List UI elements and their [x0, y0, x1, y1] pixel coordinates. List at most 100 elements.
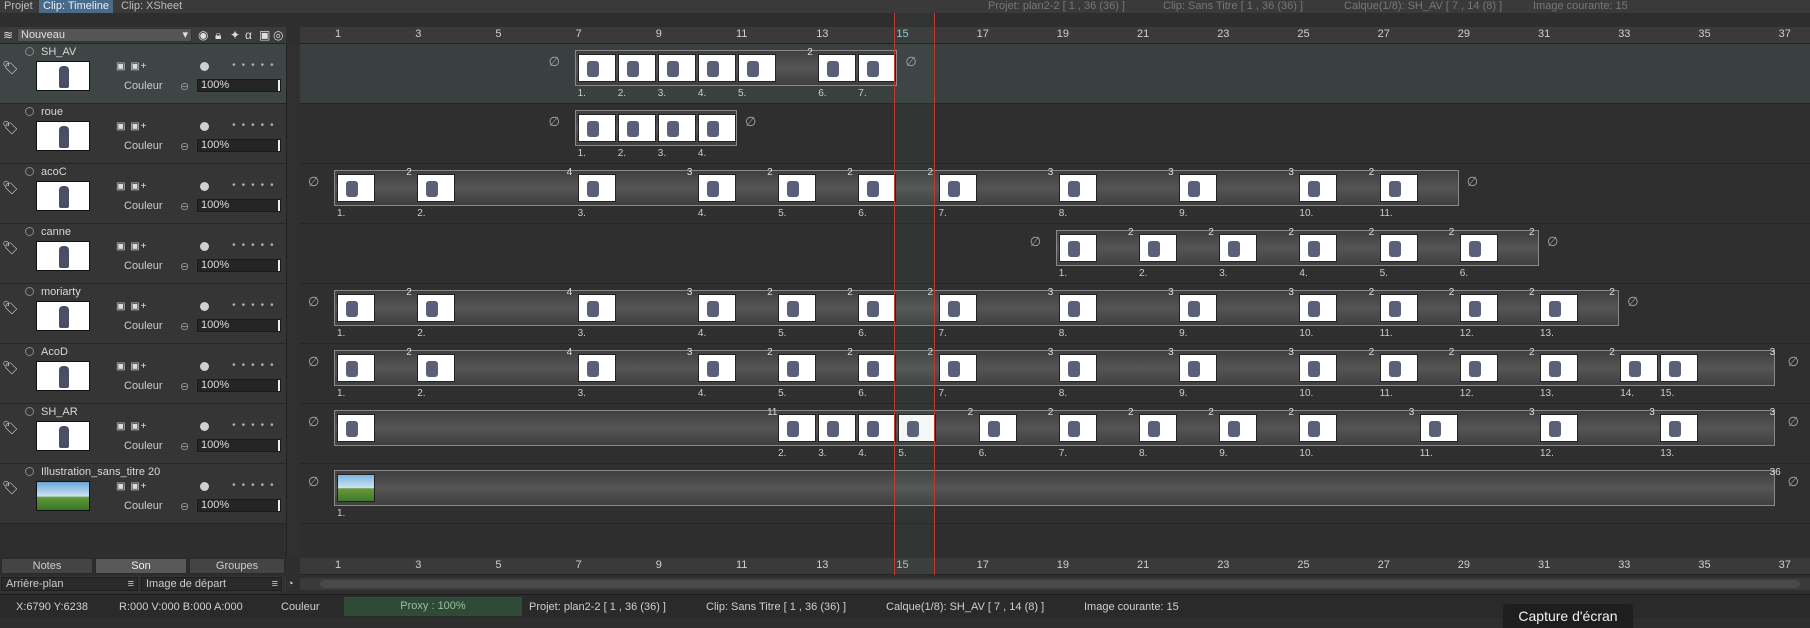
clip-frame[interactable]: [417, 294, 456, 322]
empty-frame-icon[interactable]: ∅: [308, 414, 319, 430]
clip-frame[interactable]: [1299, 174, 1338, 202]
proxy-indicator[interactable]: Proxy : 100%: [344, 597, 522, 616]
layer-name[interactable]: AcoD: [41, 346, 68, 358]
tag-icon[interactable]: 🏷︎: [2, 60, 19, 76]
alpha-icon[interactable]: α: [245, 28, 252, 42]
layer-option-dots[interactable]: •••••: [197, 300, 280, 311]
empty-frame-icon[interactable]: ∅: [1788, 414, 1799, 430]
clip-frame[interactable]: [1299, 354, 1338, 382]
layer-row[interactable]: SH_AV 🏷︎ ▣ ▣+ ••••• Couleur ⊖ 100%: [0, 44, 286, 104]
lock-icon[interactable]: 🔒︎: [215, 28, 221, 42]
tab-projet[interactable]: Projet: [4, 0, 33, 13]
layer-expand-toggle[interactable]: [25, 347, 34, 356]
empty-frame-icon[interactable]: ∅: [308, 174, 319, 190]
tab-notes[interactable]: Notes: [1, 558, 93, 574]
layer-name[interactable]: SH_AR: [41, 406, 78, 418]
layer-expand-toggle[interactable]: [25, 107, 34, 116]
layer-row[interactable]: roue 🏷︎ ▣ ▣+ ••••• Couleur ⊖ 100%: [0, 104, 286, 164]
timeline-clip[interactable]: [334, 470, 1775, 506]
layer-thumbnail[interactable]: [36, 301, 90, 331]
tag-icon[interactable]: 🏷︎: [2, 300, 19, 316]
clip-frame[interactable]: [617, 114, 656, 142]
layer-row[interactable]: canne 🏷︎ ▣ ▣+ ••••• Couleur ⊖ 100%: [0, 224, 286, 284]
clip-frame[interactable]: [1058, 294, 1097, 322]
frame-ruler-top[interactable]: 1 3 5 7 9 11 13 15 17 19 21 23 25 27 29 31 33 35 37: [300, 27, 1810, 44]
track-row[interactable]: [300, 104, 1810, 164]
clip-frame[interactable]: [818, 414, 857, 442]
layer-name[interactable]: acoC: [41, 166, 67, 178]
tab-son[interactable]: Son: [95, 558, 187, 574]
layer-option-dots[interactable]: •••••: [197, 180, 280, 191]
clip-frame[interactable]: [1058, 234, 1097, 262]
clip-frame[interactable]: [657, 114, 696, 142]
layer-thumbnail[interactable]: [36, 121, 90, 151]
tag-icon[interactable]: 🏷︎: [2, 360, 19, 376]
onion-icon[interactable]: ◎: [273, 28, 283, 42]
empty-frame-icon[interactable]: ∅: [549, 54, 560, 70]
clip-frame[interactable]: [697, 174, 736, 202]
layer-row[interactable]: acoC 🏷︎ ▣ ▣+ ••••• Couleur ⊖ 100%: [0, 164, 286, 224]
clip-frame[interactable]: [1459, 354, 1498, 382]
clip-frame[interactable]: [1540, 354, 1578, 382]
clip-frame[interactable]: [577, 354, 616, 382]
clip-frame[interactable]: [657, 54, 696, 82]
layer-opacity[interactable]: 100%: [197, 259, 281, 272]
layer-option-dots[interactable]: •••••: [197, 120, 280, 131]
new-layer-select[interactable]: Nouveau ▾: [17, 28, 192, 42]
clip-frame[interactable]: [337, 474, 375, 502]
empty-frame-icon[interactable]: ∅: [1788, 354, 1799, 370]
clip-frame[interactable]: [1660, 354, 1699, 382]
layer-expand-toggle[interactable]: [25, 467, 34, 476]
clip-frame[interactable]: [858, 54, 897, 82]
clip-frame[interactable]: [1058, 174, 1097, 202]
layer-controls-icon[interactable]: ▣ ▣+: [116, 481, 148, 492]
clip-frame[interactable]: [738, 54, 776, 82]
track-row[interactable]: [300, 44, 1810, 104]
empty-frame-icon[interactable]: ∅: [308, 354, 319, 370]
layer-name[interactable]: SH_AV: [41, 46, 76, 58]
tag-icon[interactable]: 🏷︎: [2, 120, 19, 136]
clip-frame[interactable]: [1299, 414, 1338, 442]
layer-option-dots[interactable]: •••••: [197, 240, 280, 251]
clip-frame[interactable]: [778, 294, 817, 322]
layer-controls-icon[interactable]: ▣ ▣+: [116, 421, 148, 432]
layer-expand-toggle[interactable]: [25, 407, 34, 416]
layer-row[interactable]: Illustration_sans_titre 20 🏷︎ ▣ ▣+ ••••• Co…: [0, 464, 286, 524]
clip-frame[interactable]: [858, 294, 897, 322]
current-frame-line-end[interactable]: [934, 13, 936, 575]
layer-opacity[interactable]: 100%: [197, 79, 281, 92]
clip-frame[interactable]: [858, 174, 897, 202]
clip-frame[interactable]: [1620, 354, 1659, 382]
empty-frame-icon[interactable]: ∅: [1030, 234, 1041, 250]
layer-thumbnail[interactable]: [36, 361, 90, 391]
clip-frame[interactable]: [337, 174, 375, 202]
clip-frame[interactable]: [1179, 174, 1218, 202]
layer-opacity[interactable]: 100%: [197, 199, 281, 212]
clip-frame[interactable]: [818, 54, 857, 82]
layer-blend-mode[interactable]: Couleur: [124, 500, 163, 512]
tag-icon[interactable]: 🏷︎: [2, 420, 19, 436]
layer-blend-mode[interactable]: Couleur: [124, 380, 163, 392]
background-select[interactable]: Arrière-plan ≡: [1, 577, 138, 591]
tab-groupes[interactable]: Groupes: [189, 558, 285, 574]
tag-icon[interactable]: 🏷︎: [2, 180, 19, 196]
clip-frame[interactable]: [1058, 354, 1097, 382]
frame-ruler-bottom[interactable]: 1 3 5 7 9 11 13 15 17 19 21 23 25 27 29 31 33 35 37: [300, 558, 1810, 575]
clip-frame[interactable]: [697, 54, 736, 82]
clip-frame[interactable]: [1459, 294, 1498, 322]
tab-clip-timeline[interactable]: Clip: Timeline: [39, 0, 114, 13]
eye-icon[interactable]: ◉: [198, 28, 208, 42]
layer-blend-mode[interactable]: Couleur: [124, 140, 163, 152]
layer-option-dots[interactable]: •••••: [197, 420, 280, 431]
clip-frame[interactable]: [1379, 234, 1418, 262]
clip-frame[interactable]: [1540, 294, 1578, 322]
clip-frame[interactable]: [978, 414, 1017, 442]
layer-thumbnail[interactable]: [36, 481, 90, 511]
empty-frame-icon[interactable]: ∅: [1467, 174, 1478, 190]
layer-thumbnail[interactable]: [36, 181, 90, 211]
empty-frame-icon[interactable]: ∅: [308, 294, 319, 310]
clip-frame[interactable]: [1379, 294, 1418, 322]
clip-frame[interactable]: [858, 354, 897, 382]
layer-blend-mode[interactable]: Couleur: [124, 440, 163, 452]
clip-frame[interactable]: [577, 174, 616, 202]
